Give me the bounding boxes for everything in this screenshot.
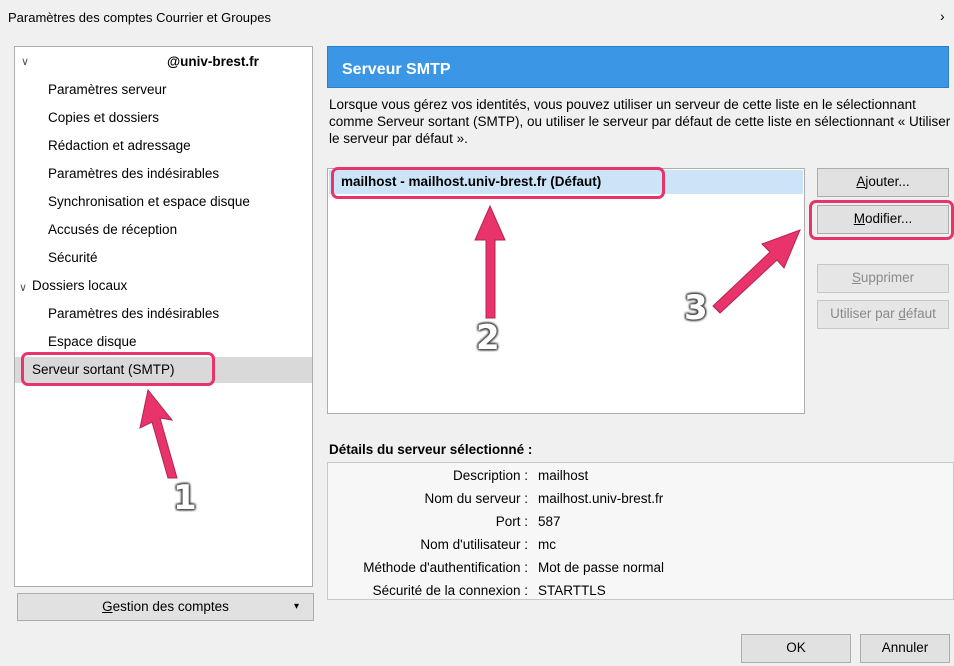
arrow-3 [712,229,801,314]
arrow-1 [139,388,178,479]
step-marker-2: 2 [476,318,500,358]
step-marker-3: 3 [684,288,708,328]
step-marker-1: 1 [173,478,197,518]
arrow-2 [474,204,506,319]
